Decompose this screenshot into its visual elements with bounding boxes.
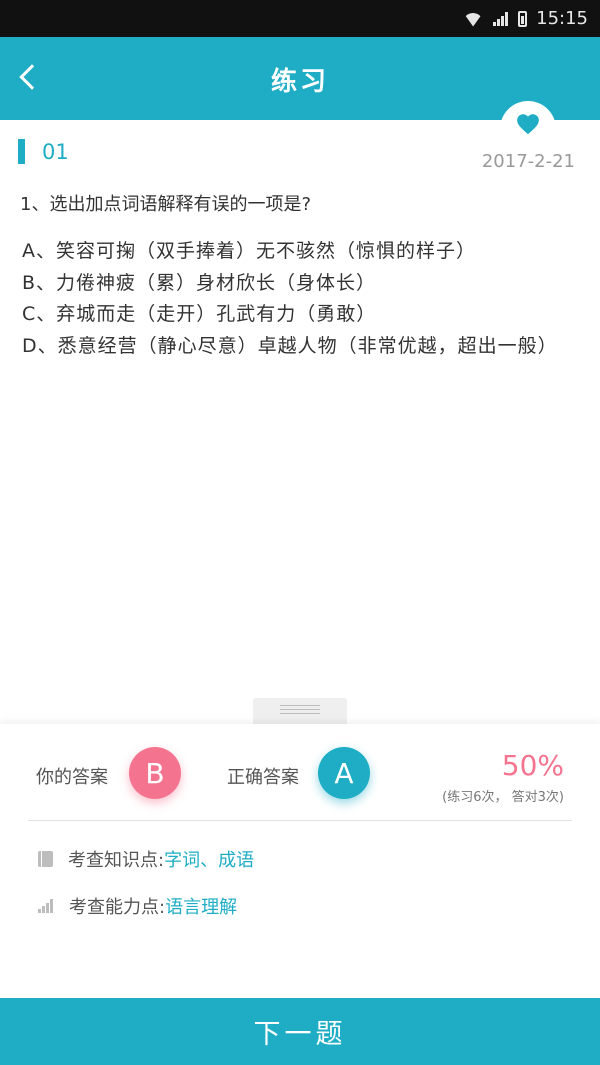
- page-title: 练习: [270, 67, 329, 97]
- correct-answer-label: 正确答案: [227, 767, 299, 788]
- correct-answer-badge: A: [318, 747, 370, 799]
- option-b: B、力倦神疲（累）身材欣长（身体长）: [22, 271, 377, 294]
- next-question-button[interactable]: 下一题: [0, 998, 600, 1065]
- question-date: 2017-2-21: [481, 151, 575, 172]
- your-answer-badge: B: [129, 747, 181, 799]
- options-list: A、笑容可掬（双手捧着）无不骇然（惊惧的样子） B、力倦神疲（累）身材欣长（身体…: [22, 236, 587, 362]
- wifi-icon: [462, 11, 484, 27]
- signal-icon: [493, 11, 509, 26]
- heart-icon[interactable]: [515, 111, 541, 137]
- knowledge-point-row: 考查知识点: 字词、成语: [38, 846, 254, 872]
- option-a: A、笑容可掬（双手捧着）无不骇然（惊惧的样子）: [22, 240, 476, 262]
- option-d: D、悉意经营（静心尽意）卓越人物（非常优越，超出一般）: [22, 334, 558, 357]
- accuracy-percent: 50%: [501, 749, 564, 782]
- divider: [28, 820, 572, 821]
- status-time: 15:15: [536, 8, 588, 29]
- practice-stats: (练习6次， 答对3次): [442, 790, 564, 805]
- option-c: C、弃城而走（走开）孔武有力（勇敢）: [22, 303, 377, 325]
- ability-point-value: 语言理解: [165, 897, 238, 918]
- question-index: 01: [42, 140, 69, 164]
- book-icon: [38, 851, 53, 867]
- status-bar: 15:15: [0, 0, 600, 37]
- ability-point-row: 考查能力点: 语言理解: [38, 893, 237, 919]
- knowledge-point-label: 考查知识点:: [68, 850, 165, 871]
- your-answer-label: 你的答案: [36, 767, 108, 788]
- drawer-handle[interactable]: [253, 698, 347, 724]
- question-text: 1、选出加点词语解释有误的一项是?: [20, 194, 312, 215]
- battery-icon: [518, 10, 528, 27]
- bar-chart-icon: [38, 899, 54, 913]
- knowledge-point-value: 字词、成语: [164, 850, 255, 871]
- question-index-marker: [18, 139, 25, 164]
- ability-point-label: 考查能力点:: [69, 897, 166, 918]
- status-icons: 15:15: [462, 8, 588, 29]
